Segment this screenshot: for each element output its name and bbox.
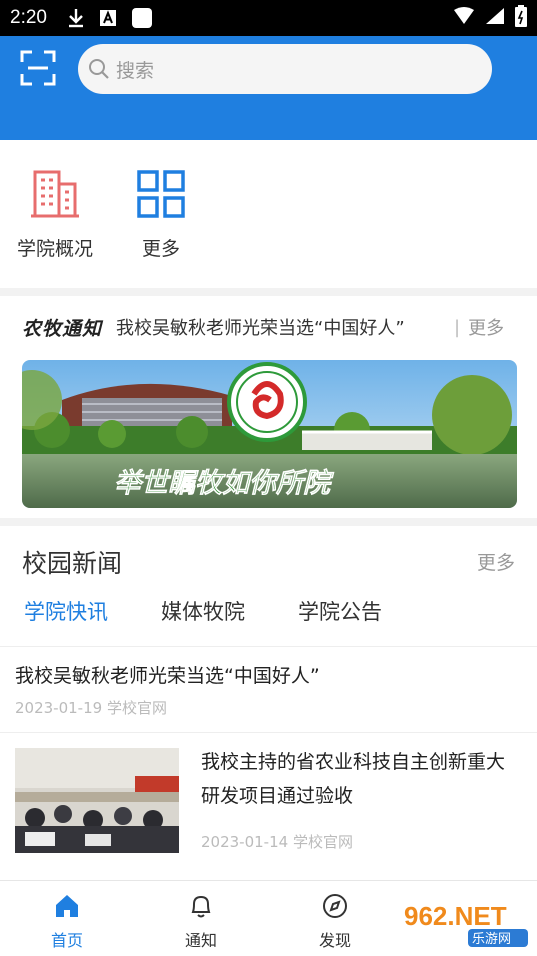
news-list-item[interactable]: 我校主持的省农业科技自主创新重大研发项目通过验收 2023-01-14 学校官网 <box>0 732 537 868</box>
nav-label: 首页 <box>50 931 83 950</box>
scan-button[interactable] <box>20 50 56 86</box>
nav-notice[interactable]: 通知 <box>161 893 241 951</box>
building-icon <box>31 170 79 218</box>
search-icon <box>89 59 109 79</box>
bell-icon <box>191 895 211 918</box>
tab-announcements[interactable]: 学院公告 <box>298 596 382 626</box>
news-item-meta: 2023-01-14 学校官网 <box>201 833 353 851</box>
college-emblem-icon <box>227 362 307 442</box>
download-icon <box>67 8 85 28</box>
text-a-icon <box>99 9 117 27</box>
news-thumbnail <box>15 748 179 853</box>
banner-slogan: 举世瞩牧如你所院 <box>114 468 335 499</box>
notice-text[interactable]: 我校吴敏秋老师光荣当选“中国好人” <box>116 314 446 340</box>
signal-icon <box>485 7 505 29</box>
notice-divider: | <box>454 316 461 338</box>
svg-text:乐游网: 乐游网 <box>472 932 511 947</box>
news-item-title: 我校吴敏秋老师光荣当选“中国好人” <box>15 665 320 687</box>
status-bar: 2:20 <box>0 0 537 36</box>
scan-icon <box>20 50 56 86</box>
quick-item-label: 学院概况 <box>16 238 93 260</box>
app-header: 搜索 <box>0 36 537 140</box>
quick-menu: 学院概况 更多 <box>0 140 537 288</box>
tab-college-express[interactable]: 学院快讯 <box>24 596 108 626</box>
notice-card: 农牧通知 我校吴敏秋老师光荣当选“中国好人” | 更多 举世瞩牧如你所院 <box>0 296 537 518</box>
tab-media[interactable]: 媒体牧院 <box>161 596 245 626</box>
news-list-item[interactable]: 我校吴敏秋老师光荣当选“中国好人” 2023-01-19 学校官网 <box>0 646 537 732</box>
notice-ticker[interactable]: 农牧通知 我校吴敏秋老师光荣当选“中国好人” | 更多 <box>22 310 516 344</box>
notification-square-icon <box>131 7 153 29</box>
nav-label: 通知 <box>184 931 217 950</box>
campus-banner[interactable]: 举世瞩牧如你所院 <box>22 360 517 508</box>
status-time: 2:20 <box>10 7 47 28</box>
search-bar[interactable]: 搜索 <box>78 44 492 94</box>
notice-logo: 农牧通知 <box>22 317 103 340</box>
news-more-link[interactable]: 更多 <box>477 548 515 575</box>
quick-item-college-overview[interactable]: 学院概况 <box>0 168 110 261</box>
news-tabs: 学院快讯 媒体牧院 学院公告 <box>0 596 537 642</box>
quick-item-more[interactable]: 更多 <box>106 168 216 261</box>
battery-icon <box>515 5 527 31</box>
section-title: 校园新闻 <box>22 549 123 578</box>
news-item-title: 我校主持的省农业科技自主创新重大研发项目通过验收 <box>201 751 506 807</box>
nav-discover[interactable]: 发现 <box>295 893 375 951</box>
compass-icon <box>323 894 347 918</box>
search-placeholder: 搜索 <box>116 59 155 82</box>
campus-news-section: 校园新闻 更多 学院快讯 媒体牧院 学院公告 我校吴敏秋老师光荣当选“中国好人”… <box>0 526 537 880</box>
news-item-meta: 2023-01-19 学校官网 <box>15 699 167 717</box>
home-icon <box>56 895 78 917</box>
wifi-icon <box>453 7 475 29</box>
svg-text:962.NET: 962.NET <box>404 901 507 931</box>
notice-more-link[interactable]: 更多 <box>468 314 504 340</box>
nav-home[interactable]: 首页 <box>27 893 107 951</box>
nav-label: 发现 <box>318 931 351 950</box>
grid-icon <box>137 170 185 218</box>
site-watermark: 962.NET 乐游网 <box>398 893 532 951</box>
quick-item-label: 更多 <box>141 238 180 260</box>
